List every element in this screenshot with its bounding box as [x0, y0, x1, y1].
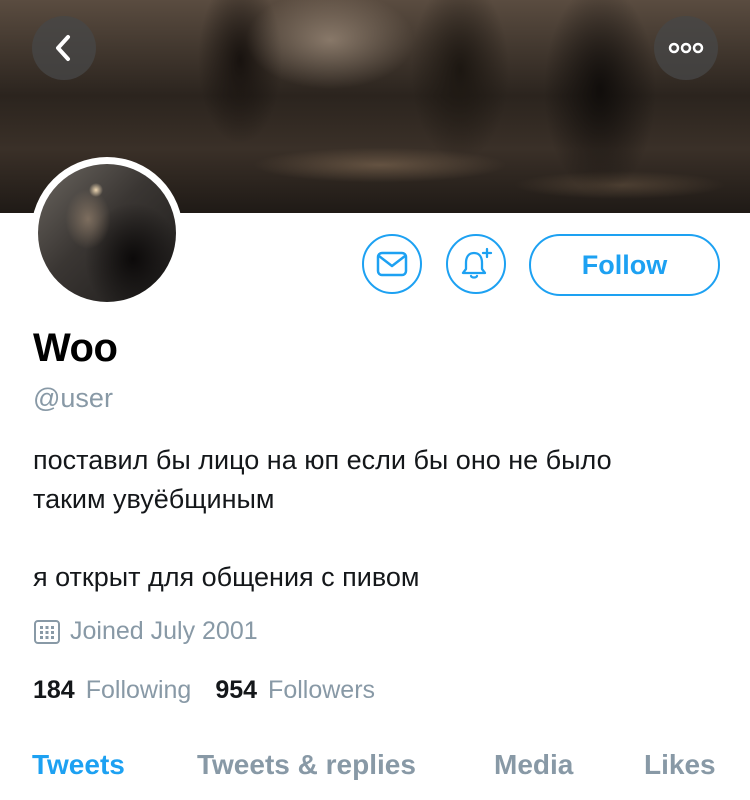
following-count: 184	[33, 676, 75, 704]
tab-tweets-and-replies[interactable]: Tweets & replies	[197, 749, 416, 781]
follow-button[interactable]: Follow	[529, 234, 720, 296]
joined-text: Joined July 2001	[70, 617, 258, 645]
notifications-button[interactable]	[446, 234, 506, 294]
user-handle: @user	[33, 383, 113, 413]
calendar-icon	[33, 619, 61, 645]
display-name: Woo	[33, 326, 118, 370]
followers-count: 954	[215, 676, 258, 704]
tab-likes[interactable]: Likes	[644, 749, 716, 781]
bio-line: таким увуёбщиным	[33, 484, 275, 514]
followers-stat[interactable]: 954 Followers	[215, 676, 375, 705]
bell-plus-icon	[461, 247, 493, 279]
avatar[interactable]	[38, 164, 176, 302]
tab-tweets[interactable]: Tweets	[32, 749, 125, 781]
following-label: Following	[85, 676, 192, 704]
following-stat[interactable]: 184 Following	[33, 676, 191, 705]
joined-date: Joined July 2001	[33, 617, 258, 646]
chevron-left-icon	[56, 35, 70, 61]
profile-bio: поставил бы лицо на юп если бы оно не бы…	[33, 441, 612, 597]
more-dots-icon	[668, 42, 704, 54]
bio-line: я открыт для общения с пивом	[33, 562, 420, 592]
back-button[interactable]	[32, 16, 96, 80]
bio-spacer	[33, 519, 612, 558]
message-button[interactable]	[362, 234, 422, 294]
profile-tabs: Tweets Tweets & replies Media Likes	[0, 745, 750, 800]
tab-media[interactable]: Media	[494, 749, 573, 781]
followers-label: Followers	[268, 676, 376, 704]
follow-stats: 184 Following 954 Followers	[33, 676, 375, 705]
avatar-frame	[31, 157, 183, 309]
more-options-button[interactable]	[654, 16, 718, 80]
bio-line: поставил бы лицо на юп если бы оно не бы…	[33, 445, 612, 475]
envelope-icon	[376, 251, 408, 277]
